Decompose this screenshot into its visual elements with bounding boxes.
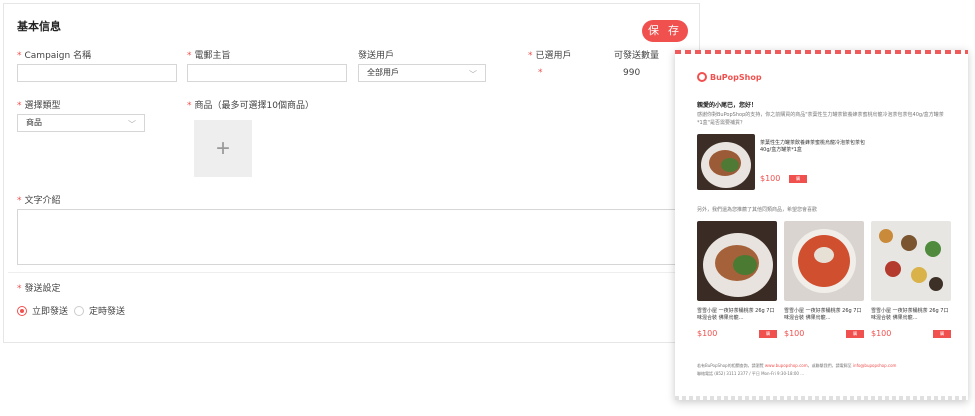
scheduled-send-radio[interactable]: 定時發送 — [74, 304, 125, 317]
selected-users-value: * — [538, 68, 543, 78]
campaign-name-input[interactable] — [17, 64, 177, 82]
campaign-form-panel: 基本信息 保 存 * Campaign 名稱 * 電郵主旨 發送用戶 全部用戶 ﹀ *… — [3, 3, 700, 343]
email-subject-input[interactable] — [187, 64, 347, 82]
envelope-stripe-top — [675, 50, 968, 54]
brand-logo: BuPopShop — [697, 72, 762, 82]
divider — [8, 272, 700, 273]
recommend-image-2 — [784, 221, 864, 301]
recommend-image-3 — [871, 221, 951, 301]
main-product-name: 茶葉性生力罐茶飲養蜂茶蜜桃烏龍冷泡茶包茶包40g/盒方罐茶*1盒 — [760, 140, 866, 153]
products-label: * 商品（最多可選擇10個商品） — [187, 101, 314, 111]
email-subject-label: * 電郵主旨 — [187, 51, 231, 61]
sendable-count-label: 可發送數量 — [614, 51, 660, 61]
intro-text: 感謝你對BuPopShop的支持，你之前購買的商品"茶葉性生力罐茶飲養蜂茶蜜桃烏… — [697, 112, 944, 126]
brand-logo-icon — [697, 72, 707, 82]
recommend-price-2: $100 — [784, 329, 805, 338]
selected-users-label: * 已選用戶 — [528, 51, 572, 61]
description-label: * 文字介紹 — [17, 196, 61, 206]
radio-selected-icon — [17, 305, 27, 316]
main-product-price: $100 — [760, 174, 781, 183]
recommend-image-1 — [697, 221, 777, 301]
recommend-buy-button-3[interactable]: 購 — [933, 330, 951, 338]
recommend-buy-button-1[interactable]: 購 — [759, 330, 777, 338]
description-textarea[interactable] — [17, 209, 697, 265]
save-button[interactable]: 保 存 — [642, 20, 688, 42]
recommend-name-2: 雪雪小屋 一夜好茶桶桃茶 26g 7口味混合裝 佛果烏龍… — [784, 308, 862, 321]
radio-unselected-icon — [74, 305, 84, 316]
footer-email-link[interactable]: info@bupopshop.com — [853, 363, 897, 368]
recommend-price-1: $100 — [697, 329, 718, 338]
main-product-buy-button[interactable]: 購 — [789, 175, 807, 183]
send-to-select[interactable]: 全部用戶 ﹀ — [358, 64, 486, 82]
email-preview: BuPopShop 親愛的小尾巴，您好！ 感謝你對BuPopShop的支持，你之… — [675, 50, 968, 400]
add-product-button[interactable]: + — [194, 120, 252, 177]
section-title: 基本信息 — [17, 20, 61, 33]
footer-website-link[interactable]: www.bupopshop.com — [765, 363, 808, 368]
chevron-down-icon: ﹀ — [469, 70, 477, 79]
envelope-stripe-bottom — [675, 396, 968, 400]
main-product-image — [697, 134, 755, 190]
sendable-count-value: 990 — [623, 68, 641, 78]
footer-contact: 聯絡電話 (852) 3111 2377 / 平日 Mon-Fri 9:30-1… — [697, 371, 805, 376]
footer-text: 若有BuPopShop的相關查詢，請瀏覽 www.bupopshop.com，或… — [697, 363, 897, 368]
send-to-label: 發送用戶 — [358, 51, 395, 61]
send-now-radio[interactable]: 立即發送 — [17, 304, 68, 317]
chevron-down-icon: ﹀ — [128, 120, 136, 129]
type-label: * 選擇類型 — [17, 101, 61, 111]
recommend-buy-button-2[interactable]: 購 — [846, 330, 864, 338]
campaign-name-label: * Campaign 名稱 — [17, 51, 92, 61]
greeting: 親愛的小尾巴，您好！ — [697, 102, 758, 109]
recommend-name-1: 雪雪小屋 一夜好茶桶桃茶 26g 7口味混合裝 佛果烏龍… — [697, 308, 775, 321]
recommend-text: 另外，我們還為您推薦了其他同類商品，希望您會喜歡 — [697, 207, 818, 213]
send-setting-label: * 發送設定 — [17, 284, 61, 294]
recommend-price-3: $100 — [871, 329, 892, 338]
recommend-name-3: 雪雪小屋 一夜好茶桶桃茶 26g 7口味混合裝 佛果烏龍… — [871, 308, 949, 321]
type-select[interactable]: 商品 ﹀ — [17, 114, 145, 132]
